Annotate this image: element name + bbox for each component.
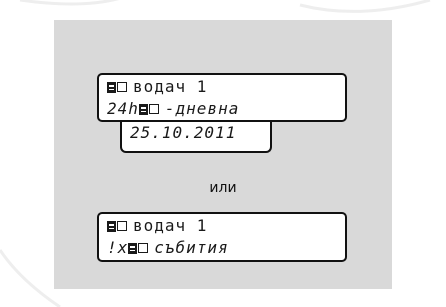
tachograph-display-events: водач 1 !x събития [97, 212, 347, 262]
card-icon [107, 221, 116, 232]
printout-date: 25.10.2011 [130, 123, 237, 142]
event-prefix: !x [107, 238, 129, 257]
slot-icon [138, 243, 149, 253]
card-icon [138, 104, 148, 115]
period-prefix: 24h [107, 99, 139, 118]
or-separator: или [209, 180, 237, 196]
display-line-1: водач 1 [107, 216, 207, 235]
printout-type-label: -дневна [164, 99, 240, 118]
card-icon [107, 82, 116, 93]
driver-label: водач 1 [133, 77, 208, 96]
printout-type-label: събития [154, 238, 229, 257]
display-line-1: водач 1 [107, 77, 207, 96]
slot-icon [148, 104, 159, 114]
display-line-2: 24h -дневна [107, 99, 239, 118]
driver-label: водач 1 [133, 216, 208, 235]
card-icon [128, 243, 138, 254]
tachograph-display-daily: водач 1 24h -дневна [97, 73, 347, 122]
slot-icon [117, 82, 127, 92]
display-line-2: !x събития [107, 238, 229, 257]
slot-icon [117, 221, 127, 231]
